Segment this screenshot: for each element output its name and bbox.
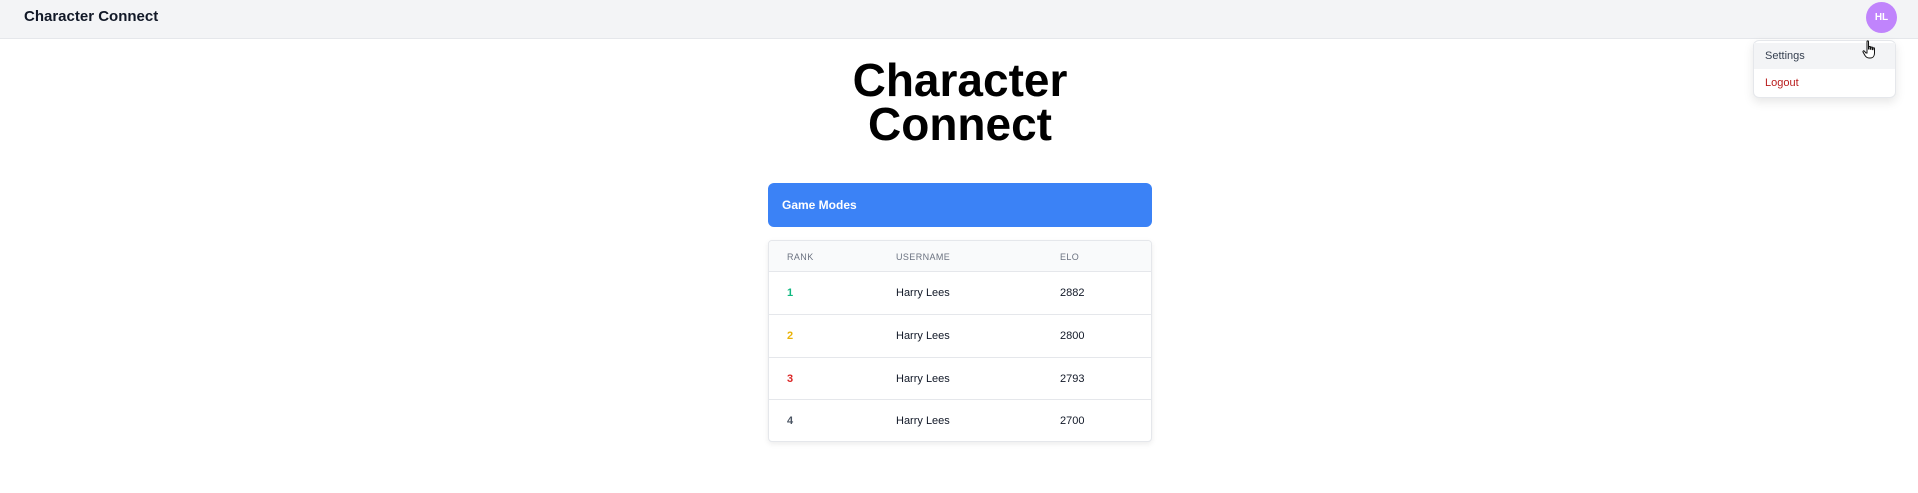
- table-row: 4 Harry Lees 2700: [769, 400, 1151, 441]
- username-cell: Harry Lees: [896, 329, 950, 342]
- table-header: RANK USERNAME ELO: [769, 241, 1151, 272]
- page-title: Character Connect: [760, 54, 1160, 150]
- table-row: 1 Harry Lees 2882: [769, 272, 1151, 315]
- rank-cell: 2: [787, 329, 794, 342]
- rank-cell: 4: [787, 415, 794, 428]
- table-row: 2 Harry Lees 2800: [769, 315, 1151, 358]
- user-avatar[interactable]: HL: [1866, 2, 1897, 33]
- column-header-rank: RANK: [787, 252, 814, 262]
- leaderboard-table: RANK USERNAME ELO 1 Harry Lees 2882 2 Ha…: [768, 240, 1152, 442]
- menu-item-logout[interactable]: Logout: [1754, 70, 1895, 96]
- elo-cell: 2800: [1060, 329, 1085, 342]
- elo-cell: 2700: [1060, 415, 1085, 428]
- page-title-line2: Connect: [868, 98, 1052, 150]
- username-cell: Harry Lees: [896, 415, 950, 428]
- elo-cell: 2882: [1060, 287, 1085, 299]
- brand-title[interactable]: Character Connect: [24, 8, 158, 26]
- table-row: 3 Harry Lees 2793: [769, 358, 1151, 401]
- elo-cell: 2793: [1060, 372, 1085, 385]
- rank-cell: 3: [787, 372, 794, 385]
- page-title-line1: Character: [852, 54, 1068, 106]
- username-cell: Harry Lees: [896, 372, 950, 385]
- username-cell: Harry Lees: [896, 287, 950, 299]
- column-header-username: USERNAME: [896, 252, 951, 262]
- game-modes-button[interactable]: Game Modes: [768, 183, 1152, 227]
- column-header-elo: ELO: [1060, 252, 1080, 262]
- rank-cell: 1: [787, 287, 794, 299]
- hand-pointer-icon: [1862, 40, 1875, 59]
- top-navbar: Character Connect HL: [0, 0, 1918, 39]
